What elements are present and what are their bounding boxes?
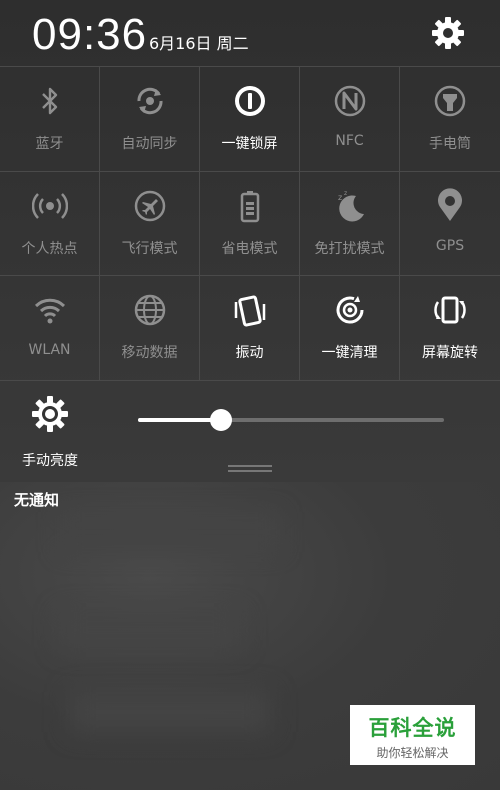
wifi-icon: [32, 292, 68, 328]
toggle-label: 屏幕旋转: [422, 345, 478, 362]
toggle-label: 振动: [235, 345, 264, 362]
sync-icon: [132, 83, 168, 119]
clock: 09:36: [32, 10, 148, 59]
panel-drag-handle[interactable]: [228, 465, 272, 473]
brightness-slider-fill: [138, 418, 221, 422]
toggle-cleanup[interactable]: 一键清理: [300, 276, 400, 381]
lock-screen-icon: [232, 83, 268, 119]
toggle-label: 省电模式: [221, 240, 278, 257]
no-notifications-text: 无通知: [14, 491, 60, 509]
brightness-label: 手动亮度: [22, 453, 78, 469]
toggle-nfc[interactable]: NFC: [300, 67, 400, 172]
toggle-label: 手电筒: [429, 136, 471, 152]
toggle-vibrate[interactable]: 振动: [200, 276, 300, 381]
watermark-subtitle: 助你轻松解决: [376, 746, 449, 760]
toggle-airplane[interactable]: 飞行模式: [100, 171, 200, 277]
brightness-sun-icon[interactable]: [30, 394, 70, 434]
moon-icon: zz: [332, 188, 368, 224]
toggle-rotation[interactable]: 屏幕旋转: [400, 276, 500, 381]
watermark-logo: 百科全说 助你轻松解决: [350, 705, 475, 765]
globe-icon: [132, 292, 168, 328]
quick-settings-panel: 09:36 6月16日 周二 蓝牙 自动同步 一键锁屏 NFC 手电筒 个人热点…: [0, 0, 500, 482]
date-label: 6月16日 周二: [149, 34, 249, 53]
toggle-power-saving[interactable]: 省电模式: [200, 171, 300, 277]
toggle-wlan[interactable]: WLAN: [0, 276, 100, 381]
brightness-row: 手动亮度: [0, 380, 500, 482]
toggle-label: 一键清理: [321, 345, 378, 362]
battery-icon: [232, 188, 268, 224]
toggle-do-not-disturb[interactable]: zz 免打扰模式: [300, 171, 400, 277]
toggle-auto-sync[interactable]: 自动同步: [100, 67, 200, 172]
settings-gear-icon[interactable]: [430, 15, 466, 51]
toggle-hotspot[interactable]: 个人热点: [0, 171, 100, 277]
toggle-label: 个人热点: [21, 240, 78, 257]
watermark-title: 百科全说: [368, 716, 457, 740]
toggle-label: 移动数据: [121, 345, 178, 362]
toggle-label: NFC: [335, 133, 364, 149]
status-header: 09:36 6月16日 周二: [0, 0, 500, 66]
rotate-icon: [432, 292, 468, 328]
toggle-bluetooth[interactable]: 蓝牙: [0, 67, 100, 172]
svg-text:z: z: [338, 193, 342, 202]
brightness-slider-thumb[interactable]: [209, 409, 232, 431]
toggle-label: 自动同步: [121, 136, 178, 152]
toggle-label: GPS: [435, 237, 465, 254]
toggle-label: 免打扰模式: [314, 240, 385, 257]
toggle-lock-screen[interactable]: 一键锁屏: [200, 67, 300, 172]
location-pin-icon: [432, 188, 468, 224]
toggle-label: 蓝牙: [35, 136, 64, 152]
toggle-label: WLAN: [28, 342, 71, 359]
toggle-label: 一键锁屏: [221, 136, 278, 152]
svg-text:z: z: [344, 190, 347, 197]
brightness-slider[interactable]: [138, 409, 444, 431]
toggle-grid: 蓝牙 自动同步 一键锁屏 NFC 手电筒 个人热点 飞行模式 省电模式 z z …: [0, 66, 500, 381]
hotspot-icon: [31, 188, 68, 224]
bluetooth-icon: [32, 83, 68, 119]
vibrate-icon: [232, 292, 268, 328]
toggle-mobile-data[interactable]: 移动数据: [100, 276, 200, 381]
airplane-icon: [132, 188, 168, 224]
toggle-label: 飞行模式: [121, 240, 178, 257]
flashlight-icon: [432, 83, 468, 119]
nfc-icon: [332, 83, 368, 119]
toggle-gps[interactable]: GPS: [400, 172, 500, 277]
cleanup-icon: [332, 292, 368, 328]
toggle-flashlight[interactable]: 手电筒: [400, 67, 500, 172]
